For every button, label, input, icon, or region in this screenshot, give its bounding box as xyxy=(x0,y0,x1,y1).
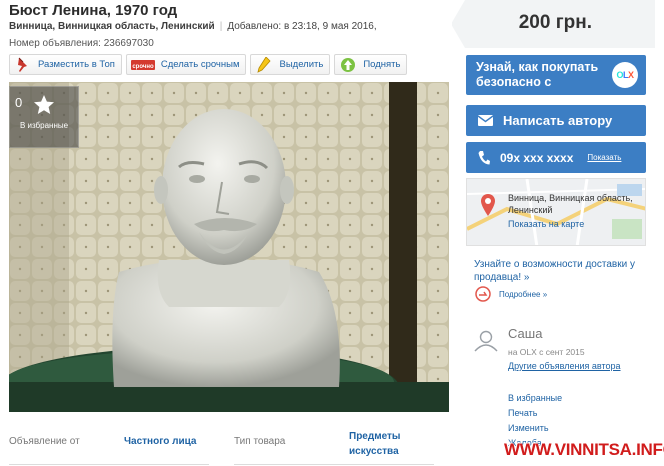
meta-divider: | xyxy=(219,21,223,32)
edit-link[interactable]: Изменить xyxy=(508,421,562,436)
urgent-button[interactable]: срочно Сделать срочным xyxy=(125,54,247,75)
listing-meta: Винница, Винницкая область, Ленинский | До… xyxy=(9,21,377,32)
print-link[interactable]: Печать xyxy=(508,406,562,421)
star-icon xyxy=(34,95,54,114)
delivery-more-link[interactable]: Подробнее » xyxy=(499,290,547,299)
listing-location[interactable]: Винница, Винницкая область, Ленинский xyxy=(9,21,215,32)
urgent-badge-text: срочно xyxy=(132,64,154,70)
favorites-overlay-label: В избранные xyxy=(19,121,69,130)
listing-title: Бюст Ленина, 1970 год xyxy=(9,2,178,19)
pin-icon xyxy=(14,57,32,73)
olx-logo: OLX xyxy=(612,62,638,88)
detail-from-value[interactable]: Частного лица xyxy=(124,434,196,449)
map-location-text: Винница, Винницкая область, Ленинский xyxy=(508,193,633,215)
detail-type-label: Тип товара xyxy=(234,436,286,447)
safe-buy-promo-button[interactable]: Узнай, как покупать безопасно с OLX xyxy=(466,55,646,95)
delivery-icon xyxy=(475,286,491,302)
phone-number: 09x xxx xxxx xyxy=(500,150,574,165)
show-phone-link[interactable]: Показать xyxy=(587,153,621,162)
detail-divider xyxy=(9,464,209,465)
detail-divider xyxy=(234,464,434,465)
highlight-button[interactable]: Выделить xyxy=(250,54,331,75)
envelope-icon xyxy=(478,115,493,126)
message-author-label: Написать автору xyxy=(503,113,613,128)
top-placement-label: Разместить в Топ xyxy=(38,59,115,70)
user-avatar-icon xyxy=(474,330,498,352)
site-watermark: WWW.VINNITSA.INFO xyxy=(504,440,664,459)
location-pin-icon xyxy=(481,194,495,216)
listing-added-date: Добавлено: в 23:18, 9 мая 2016, xyxy=(227,21,377,32)
message-author-button[interactable]: Написать автору xyxy=(466,105,646,136)
highlight-label: Выделить xyxy=(279,59,324,70)
safe-buy-promo-label: Узнай, как покупать безопасно с xyxy=(476,60,599,89)
bump-button[interactable]: Поднять xyxy=(334,54,408,75)
highlighter-icon xyxy=(255,56,273,73)
add-to-favorites-link[interactable]: В избранные xyxy=(508,391,562,406)
top-placement-button[interactable]: Разместить в Топ xyxy=(9,54,122,75)
detail-from-label: Объявление от xyxy=(9,436,80,447)
arrow-up-icon xyxy=(339,57,357,73)
add-to-favorites-overlay[interactable]: В избранные 0 xyxy=(9,86,79,148)
seller-other-ads-link[interactable]: Другие объявления автора xyxy=(508,361,621,371)
promo-actions: Разместить в Топ срочно Сделать срочным … xyxy=(9,54,408,75)
olx-logo-x: X xyxy=(628,69,634,80)
seller-name: Саша xyxy=(508,326,543,341)
price: 200 грн. xyxy=(518,12,592,33)
ad-number: Номер объявления: 236697030 xyxy=(9,38,154,49)
bump-label: Поднять xyxy=(363,59,401,70)
urgent-label: Сделать срочным xyxy=(160,59,240,70)
phone-icon xyxy=(478,150,490,164)
phone-button[interactable]: 09x xxx xxxx Показать xyxy=(466,142,646,173)
delivery-info-link[interactable]: Узнайте о возможности доставки у продавц… xyxy=(474,258,650,284)
detail-type-value[interactable]: Предметы искусства xyxy=(349,429,419,459)
favorites-count: 0 xyxy=(15,95,23,110)
price-box: 200 грн. xyxy=(451,0,655,48)
show-on-map-link[interactable]: Показать на карте xyxy=(508,219,584,229)
urgent-badge-icon: срочно xyxy=(130,57,155,73)
seller-since: на OLX с сент 2015 xyxy=(508,347,585,357)
